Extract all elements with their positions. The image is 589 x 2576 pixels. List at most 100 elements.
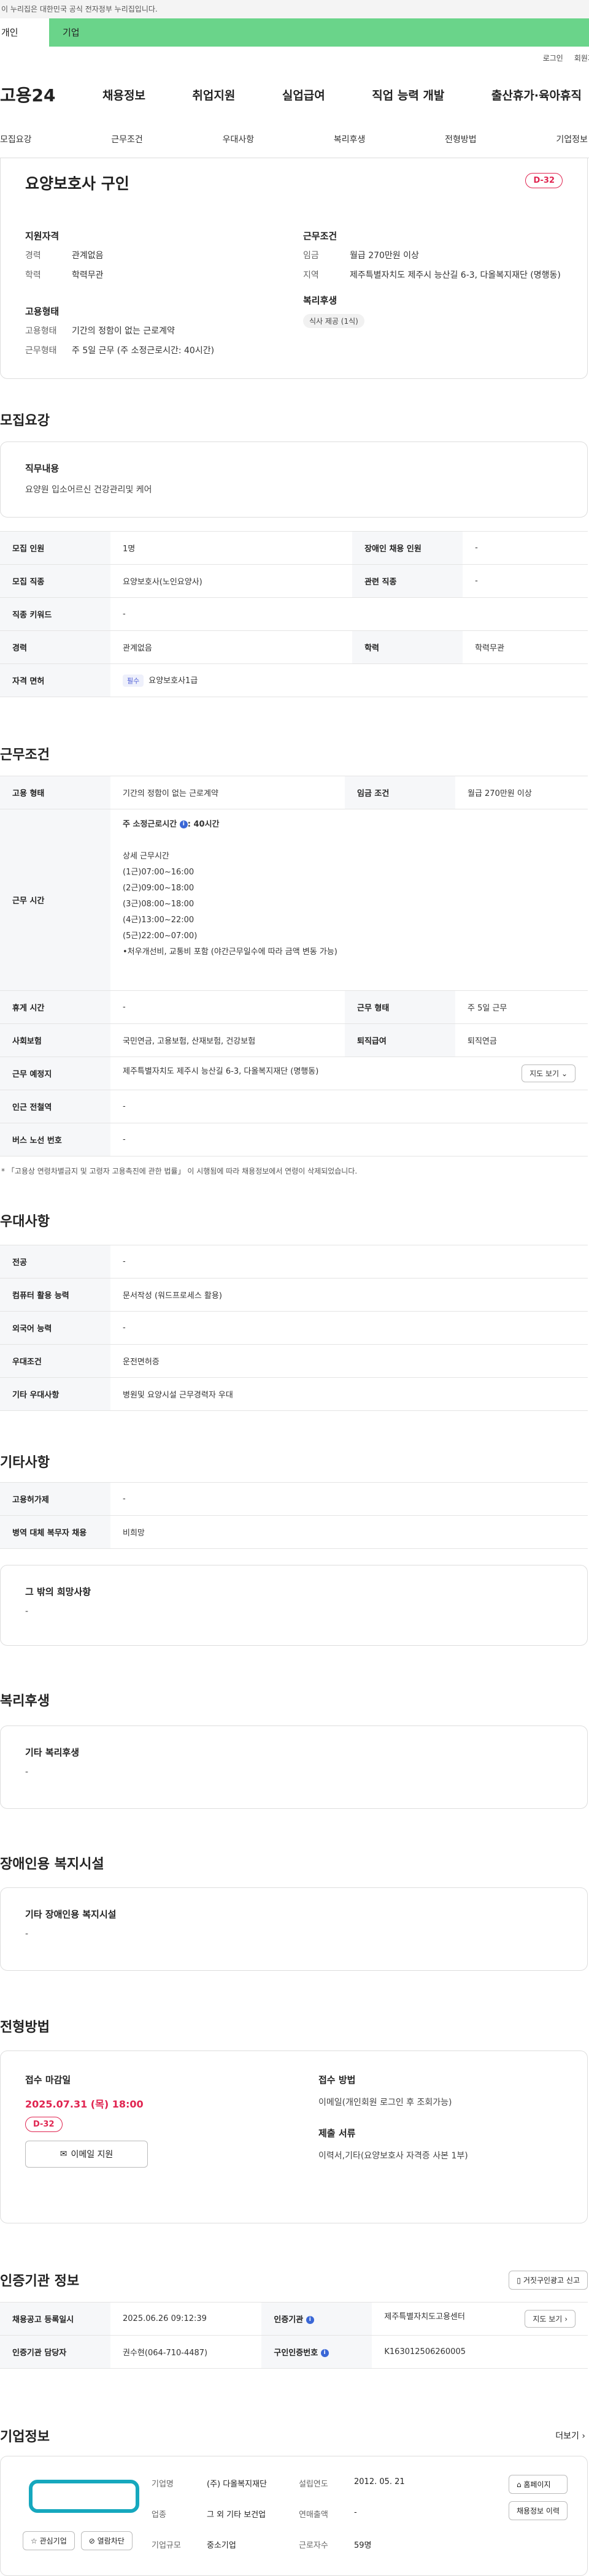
gnb-parental-leave[interactable]: 출산휴가·육아휴직: [491, 86, 582, 103]
summary-welfare: 복리후생 식사 제공 (1식): [303, 294, 563, 328]
table-row: 전공 -: [0, 1245, 588, 1278]
table-row: 모집 인원 1명 장애인 채용 인원 -: [0, 531, 588, 565]
gnb-employment-support[interactable]: 취업지원: [192, 86, 235, 103]
table-row: 모집 직종 요양보호사(노인요양사) 관련 직종 -: [0, 564, 588, 598]
anchor-work[interactable]: 근무조건: [111, 133, 143, 145]
email-apply-button[interactable]: ✉ 이메일 지원: [25, 2141, 148, 2168]
reg-date-label: 채용공고 등록일시: [0, 2302, 110, 2336]
pref-etc-label: 기타 우대사항: [0, 1377, 110, 1411]
bus-value: -: [110, 1123, 588, 1156]
pref-section-title: 우대사항: [0, 1214, 50, 1229]
career-value: 관계없음: [110, 630, 353, 664]
info-icon[interactable]: i: [179, 820, 188, 828]
mail-icon: ✉: [60, 2149, 67, 2159]
table-row: 우대조건 운전면허증: [0, 1344, 588, 1378]
gnb-job-training[interactable]: 직업 능력 개발: [372, 86, 444, 103]
block-view-button[interactable]: ⊘ 열람차단: [80, 2531, 133, 2550]
job-value: 요양보호사(노인요양사): [110, 564, 353, 598]
work-permit-value: -: [110, 1482, 588, 1516]
tab-company[interactable]: 기업: [49, 18, 589, 47]
agency-section-title: 인증기관 정보: [0, 2274, 80, 2289]
major-value: -: [110, 1245, 588, 1278]
company-info-grid: 기업명 (주) 다올복지재단 설립연도 2012. 05. 21 업종 그 외 …: [152, 2477, 434, 2561]
info-icon[interactable]: i: [306, 2316, 314, 2324]
shift-line: (3근)08:00~18:00: [123, 900, 194, 909]
deadline-title: 접수 마감일: [25, 2074, 71, 2085]
anchor-welfare[interactable]: 복리후생: [334, 133, 366, 145]
welfare-box: 기타 복리후생 -: [0, 1726, 588, 1809]
required-badge: 필수: [123, 675, 144, 687]
agency-label-cell: 인증기관 i: [261, 2302, 372, 2336]
document-icon: ▯: [517, 2276, 522, 2285]
disability-box-text: -: [25, 1929, 29, 1939]
table-row: 컴퓨터 활용 능력 문서작성 (워드프로세스 활용): [0, 1278, 588, 1312]
docs-value: 이력서,기타(요양보호사 자격증 사본 1부): [318, 2151, 468, 2161]
anchor-process[interactable]: 전형방법: [445, 133, 477, 145]
tab-personal[interactable]: 개인: [0, 18, 49, 47]
license-value: 요양보호사1급: [148, 676, 198, 686]
cert-no-value: K163012506260005: [372, 2335, 588, 2369]
license-label: 자격 면허: [0, 663, 110, 697]
disability-box: 기타 장애인용 복지시설 -: [0, 1887, 588, 1971]
employment-heading: 고용형태: [25, 306, 60, 317]
education-value: 학력무관: [463, 630, 588, 664]
anchor-company[interactable]: 기업정보: [556, 133, 588, 145]
table-row: 병역 대체 복무자 채용 비희망: [0, 1515, 588, 1549]
block-icon: ⊘: [88, 2537, 95, 2545]
agency-manager-label: 인증기관 담당자: [0, 2335, 110, 2369]
keyword-value: -: [110, 597, 588, 631]
agency-map-button[interactable]: 지도 보기 ›: [525, 2310, 576, 2328]
computer-skill-value: 문서작성 (워드프로세스 활용): [110, 1278, 588, 1312]
process-section-title: 전형방법: [0, 2020, 50, 2035]
gnb-jobs[interactable]: 채용정보: [102, 86, 145, 103]
wage-label: 임금 조건: [344, 776, 455, 809]
welfare-section-title: 복리후생: [0, 1694, 50, 1709]
wish-text: -: [25, 1607, 29, 1616]
site-logo[interactable]: 고용24: [0, 82, 56, 107]
shift-line: (2근)09:00~18:00: [123, 884, 194, 893]
industry-value: 그 외 기타 보건업: [207, 2510, 266, 2520]
company-logo: [29, 2480, 139, 2513]
work-type-label: 근무형태: [25, 346, 57, 356]
anchor-pref[interactable]: 우대사항: [223, 133, 255, 145]
job-summary-card: 요양보호사 구인 D-32 지원자격 경력 관계없음 학력 학력무관 고용형태 고용…: [0, 158, 588, 379]
table-row: 채용공고 등록일시 2025.06.26 09:12:39 인증기관 i 제주특…: [0, 2302, 588, 2336]
join-link[interactable]: 회원가입: [574, 53, 589, 63]
shift-note: •처우개선비, 교통비 포함 (야간근무일수에 따라 금액 변동 가능): [123, 947, 337, 957]
keyword-label: 직종 키워드: [0, 597, 110, 631]
other-wish-box: 그 밖의 희망사항 -: [0, 1565, 588, 1646]
military-value: 비희망: [110, 1515, 588, 1549]
summary-employment: 고용형태 고용형태 기간의 정함이 없는 근로계약 근무형태 주 5일 근무 (주 …: [25, 305, 285, 357]
docs-title: 제출 서류: [318, 2128, 356, 2139]
map-view-label: 지도 보기: [529, 1069, 560, 1078]
related-job-label: 관련 직종: [352, 564, 463, 598]
disability-box-title: 기타 장애인용 복지시설: [25, 1909, 117, 1920]
homepage-button[interactable]: ⌂ 홈페이지: [508, 2475, 568, 2494]
work-time-cell: 주 소정근로시간 i: 40시간 상세 근무시간 (1근)07:00~16:00…: [110, 809, 588, 991]
map-view-button[interactable]: 지도 보기 ⌄: [522, 1064, 576, 1082]
conditions-heading: 근무조건: [303, 231, 337, 242]
star-icon: ☆: [31, 2537, 37, 2545]
report-fake-ad-button[interactable]: ▯ 거짓구인광고 신고: [509, 2270, 588, 2290]
employee-count-value: 59명: [354, 2541, 372, 2550]
weekly-hours-value: : 40시간: [187, 820, 220, 829]
count-label: 모집 인원: [0, 531, 110, 565]
weekly-hours-label: 주 소정근로시간: [123, 820, 177, 829]
military-label: 병역 대체 복무자 채용: [0, 1515, 110, 1549]
gnb-unemployment-benefit[interactable]: 실업급여: [282, 86, 325, 103]
rest-label: 휴게 시간: [0, 990, 110, 1024]
wish-title: 그 밖의 희망사항: [25, 1586, 91, 1597]
education-label: 학력: [352, 630, 463, 664]
industry-label: 업종: [152, 2510, 166, 2520]
method-value: 이메일(개인회원 로그인 후 조회가능): [318, 2098, 452, 2108]
favorite-company-button[interactable]: ☆ 관심기업: [23, 2531, 75, 2550]
job-history-button[interactable]: 채용정보 이력: [508, 2501, 568, 2520]
work-form-label: 근무 형태: [344, 990, 455, 1024]
anchor-recruit[interactable]: 모집요강: [0, 133, 32, 145]
info-icon[interactable]: i: [320, 2349, 329, 2357]
chevron-down-icon: ⌄: [561, 1069, 568, 1078]
company-more-link[interactable]: 더보기 ›: [555, 2429, 585, 2442]
login-link[interactable]: 로그인: [543, 53, 563, 63]
table-row: 사회보험 국민연금, 고용보험, 산재보험, 건강보험 퇴직급여 퇴직연금: [0, 1023, 588, 1057]
other-section-title: 기타사항: [0, 1455, 50, 1470]
